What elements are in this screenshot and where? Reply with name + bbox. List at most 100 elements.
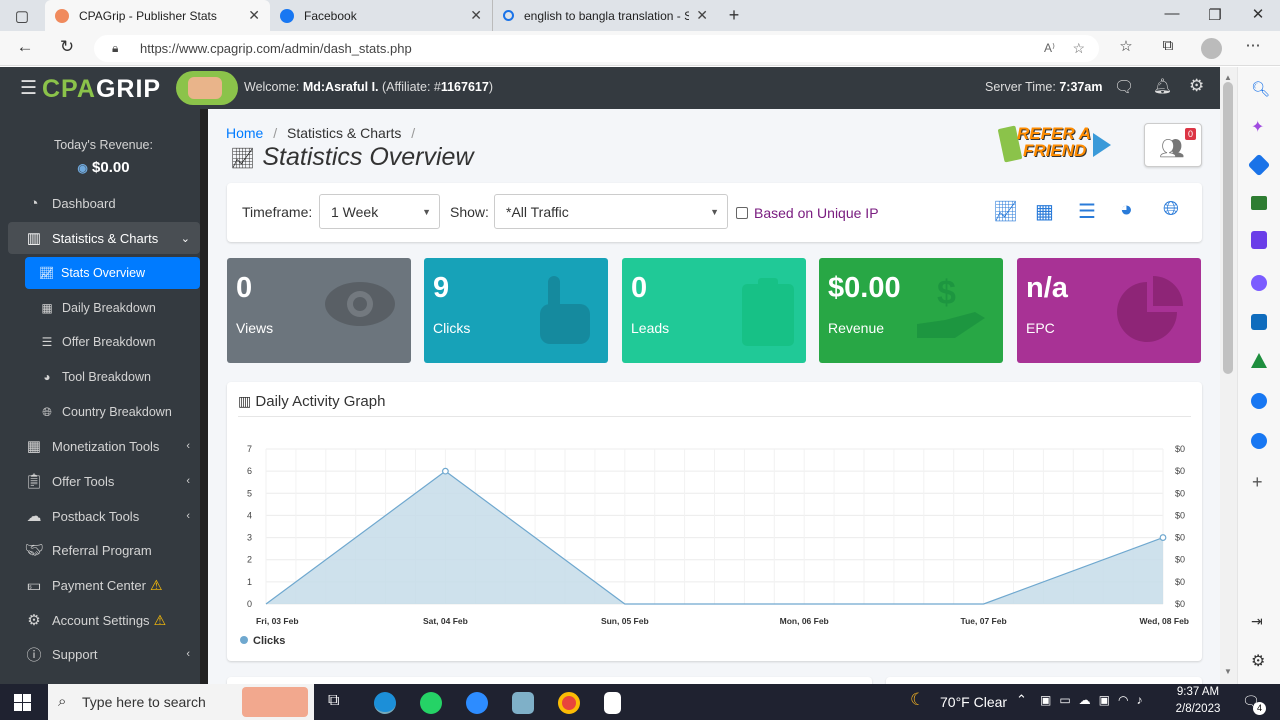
windows-start-icon[interactable] [14, 694, 31, 711]
timeframe-select[interactable]: 1 Week ▼ [319, 194, 440, 229]
back-icon[interactable]: ← [13, 37, 37, 57]
file-taskbar-icon[interactable] [604, 692, 621, 714]
table-view-icon[interactable]: ▦ [1035, 199, 1054, 224]
profile-avatar[interactable] [1201, 38, 1222, 59]
edge-taskbar-icon[interactable] [374, 692, 396, 714]
stat-value: 0 [631, 272, 648, 304]
sidebar-item-offer-breakdown[interactable]: ☰ Offer Breakdown [8, 326, 200, 358]
sidebar-toggle-icon[interactable]: ⇥ [1251, 613, 1263, 630]
collections-icon[interactable]: ⧉ [1156, 37, 1180, 54]
cpagrip-favicon [55, 8, 69, 23]
sidebar-item-support[interactable]: ⓘ Support ‹ [8, 638, 200, 670]
cpagrip-logo[interactable]: CPAGRIP [42, 75, 161, 104]
favorites-icon[interactable]: ☆ [1114, 37, 1138, 55]
add-icon[interactable]: + [1252, 472, 1263, 493]
bar-chart-icon: ▥ [238, 393, 252, 409]
toolbox-icon[interactable] [1251, 196, 1267, 210]
facebook-icon[interactable] [1251, 393, 1267, 409]
referral-users-button[interactable]: 👥︎ 0 [1144, 123, 1202, 167]
refresh-icon[interactable]: ↻ [55, 37, 79, 57]
x-tick-label: Fri, 03 Feb [256, 616, 299, 626]
chrome-taskbar-icon[interactable] [558, 692, 580, 714]
notifications-icon[interactable]: 🔔︎ [1153, 77, 1172, 95]
browser-tab-cpagrip[interactable]: CPAGrip - Publisher Stats ✕ [45, 0, 270, 31]
graph-view-icon[interactable]: 📈︎ [993, 199, 1018, 224]
restore-icon[interactable]: ❐ [1203, 6, 1227, 24]
facebook-favicon [280, 8, 294, 23]
system-tray-icons[interactable]: ▣▭☁▣◠♪ [1040, 693, 1150, 707]
sidebar-item-stats-overview[interactable]: 📈︎ Stats Overview [25, 257, 200, 289]
sidebar-item-daily-breakdown[interactable]: ▦ Daily Breakdown [8, 292, 200, 324]
globe-view-icon[interactable]: 🌐︎ [1163, 198, 1179, 221]
pie-view-icon[interactable]: ◕ [1120, 198, 1133, 222]
zoom-taskbar-icon[interactable] [466, 692, 488, 714]
task-view-icon[interactable]: ⧉ [328, 692, 339, 710]
sidebar-item-payment-center[interactable]: 💵︎ Payment Center ⚠ [8, 569, 200, 601]
sidebar-item-referral-program[interactable]: 🤝︎ Referral Program [8, 534, 200, 566]
stat-box-clicks[interactable]: 9 Clicks [424, 258, 608, 363]
microsoft-365-icon[interactable] [1251, 275, 1267, 291]
clock-time[interactable]: 9:37 AM [1172, 686, 1224, 698]
money-hand-icon: $ [917, 274, 985, 338]
taskbar-search-input[interactable]: ⌕ Type here to search [48, 684, 314, 720]
weather-text[interactable]: 70°F Clear [940, 694, 1007, 710]
clock-date[interactable]: 2/8/2023 [1172, 703, 1224, 715]
favorite-add-icon[interactable]: ☆ [1072, 35, 1085, 62]
warning-icon: ⚠ [149, 576, 163, 593]
sidebar-scrollbar[interactable] [200, 109, 208, 684]
page-scrollbar[interactable]: ▲ ▼ [1220, 67, 1237, 684]
stat-box-leads[interactable]: 0 Leads [622, 258, 806, 363]
messages-icon[interactable]: 🗨︎ [1114, 77, 1134, 97]
sidebar-item-statistics[interactable]: ▥ Statistics & Charts ⌄ [8, 222, 200, 254]
minimize-icon[interactable]: — [1160, 5, 1184, 22]
list-view-icon[interactable]: ☰ [1078, 199, 1096, 224]
sidebar-item-monetization-tools[interactable]: ▦ Monetization Tools ‹ [8, 430, 200, 462]
refer-a-friend-banner[interactable]: REFER A FRIEND [997, 125, 1111, 165]
whatsapp-taskbar-icon[interactable] [420, 692, 442, 714]
list-icon: ☰ [41, 335, 53, 349]
tray-chevron-up-icon[interactable]: ⌃ [1016, 692, 1027, 708]
browser-tab-search[interactable]: english to bangla translation - Se ✕ [492, 0, 718, 31]
daily-activity-card: ▥ Daily Activity Graph 0 1 2 3 4 5 6 7 $0 $0 $0 $0 $… [227, 382, 1202, 661]
table-icon: ▦ [41, 301, 53, 315]
url-field[interactable]: 🔒︎ https://www.cpagrip.com/admin/dash_st… [94, 35, 1099, 62]
tab-actions-icon[interactable]: ▢ [10, 7, 34, 25]
breadcrumb-home[interactable]: Home [226, 125, 263, 141]
facebook-icon[interactable] [1251, 433, 1267, 449]
unique-ip-checkbox[interactable] [736, 207, 748, 219]
sidebar-item-tool-breakdown[interactable]: ◕ Tool Breakdown [8, 361, 200, 393]
sparkle-icon[interactable]: ✦ [1251, 117, 1264, 137]
chevron-left-icon: ‹ [186, 475, 190, 487]
settings-icon[interactable]: ⚙ [1251, 651, 1265, 671]
stat-value: 0 [236, 272, 253, 304]
sidebar-item-offer-tools[interactable]: 📋︎ Offer Tools ‹ [8, 465, 200, 497]
sidebar-item-country-breakdown[interactable]: 🌐︎ Country Breakdown [8, 396, 200, 428]
welcome-text: Welcome: Md:Asraful I. (Affiliate: #1167… [244, 80, 493, 94]
users-icon: 👥︎ [1159, 138, 1185, 160]
sidebar-item-postback-tools[interactable]: ☁ Postback Tools ‹ [8, 500, 200, 532]
stat-box-revenue[interactable]: $0.00 Revenue $ [819, 258, 1003, 363]
close-window-icon[interactable]: ✕ [1246, 5, 1270, 23]
sidebar-item-dashboard[interactable]: ◔ Dashboard [8, 187, 200, 219]
notes-taskbar-icon[interactable] [512, 692, 534, 714]
menu-toggle-icon[interactable]: ☰ [20, 77, 37, 100]
money-icon: 💵︎ [27, 576, 41, 594]
close-tab-icon[interactable]: ✕ [470, 7, 482, 24]
traffic-select[interactable]: *All Traffic ▼ [494, 194, 728, 229]
settings-gear-icon[interactable]: ⚙ [1189, 76, 1204, 96]
close-tab-icon[interactable]: ✕ [696, 7, 708, 24]
search-icon[interactable]: 🔍︎ [1251, 80, 1270, 98]
read-aloud-icon[interactable]: A⁾ [1044, 35, 1055, 62]
stat-box-epc[interactable]: n/a EPC [1017, 258, 1201, 363]
unique-ip-label[interactable]: Based on Unique IP [754, 205, 879, 221]
new-tab-icon[interactable]: + [722, 5, 746, 26]
sidebar-item-account-settings[interactable]: ⚙ Account Settings ⚠ [8, 604, 200, 636]
tree-icon[interactable] [1251, 353, 1267, 368]
close-tab-icon[interactable]: ✕ [248, 7, 260, 24]
stat-box-views[interactable]: 0 Views [227, 258, 411, 363]
shopping-tag-icon[interactable] [1247, 153, 1271, 177]
outlook-icon[interactable] [1251, 314, 1267, 330]
browser-tab-facebook[interactable]: Facebook ✕ [270, 0, 492, 31]
games-icon[interactable] [1251, 231, 1267, 249]
more-options-icon[interactable]: ⋯ [1241, 36, 1265, 54]
